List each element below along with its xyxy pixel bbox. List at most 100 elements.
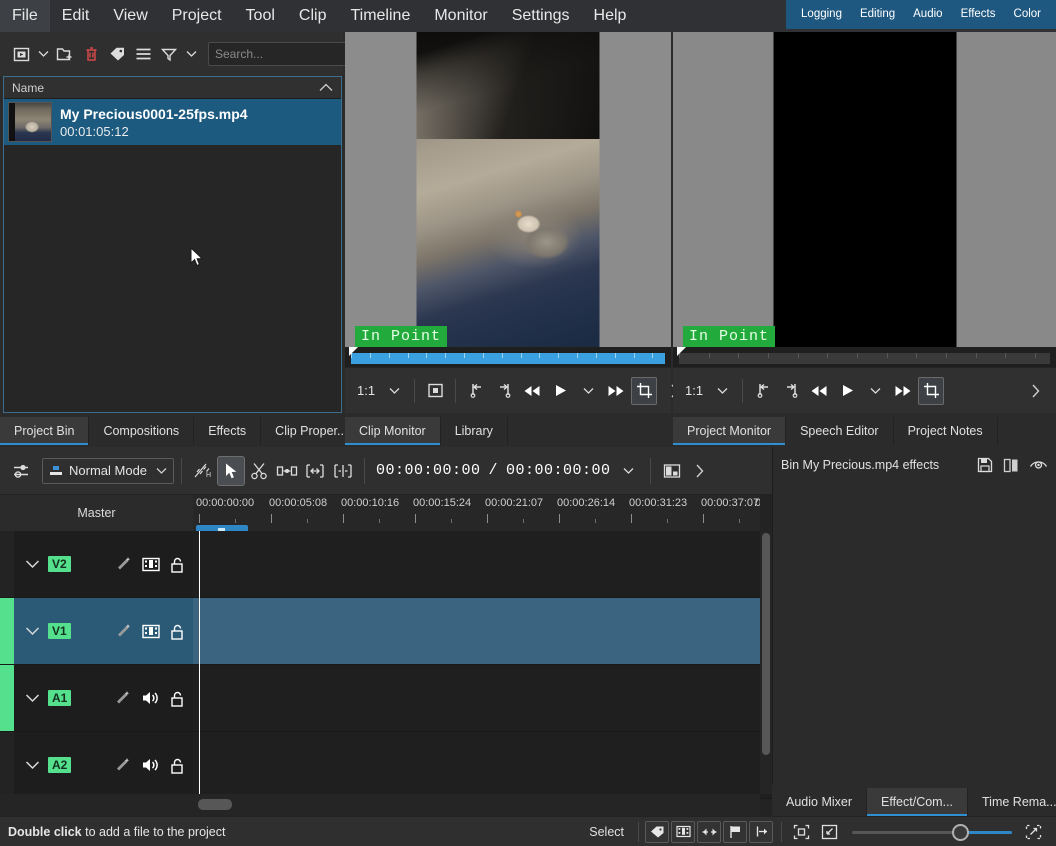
sliders-icon[interactable] [8,456,36,486]
clip-monitor-scrubber[interactable] [345,347,671,367]
project-set-in-point-icon[interactable] [750,377,776,405]
project-play-dropdown-icon[interactable] [862,377,888,405]
menu-item-file[interactable]: File [0,0,50,32]
effects-panel-body[interactable] [773,483,1056,784]
film-icon[interactable] [142,557,160,572]
status-film-icon[interactable] [671,820,695,843]
timeline-track-a1[interactable]: A1 [0,665,772,732]
timeline-track-v2[interactable]: V2 [0,531,772,598]
track-a1-lane[interactable] [193,665,772,731]
timeline-vertical-scrollbar[interactable] [760,531,772,794]
timeline-track-v1[interactable]: V1 [0,598,772,665]
clip-zoom-chevron-down-icon[interactable] [381,377,407,405]
tab-effect-compositing[interactable]: Effect/Com... [867,788,969,816]
set-in-point-icon[interactable] [463,377,489,405]
trim-in-icon[interactable] [329,456,357,486]
marker-flag-icon[interactable] [723,820,747,843]
trash-icon[interactable] [78,41,104,67]
add-clip-chevron-down-icon[interactable] [34,41,52,67]
crop-icon[interactable] [631,376,658,405]
project-rewind-icon[interactable] [806,377,832,405]
track-a1-chevron-down-icon[interactable] [22,693,42,703]
effects-wand-icon[interactable] [114,690,131,706]
status-tag-icon[interactable] [645,820,669,843]
tab-time-remapping[interactable]: Time Rema... [968,788,1056,816]
menu-item-view[interactable]: View [101,0,159,32]
project-fast-forward-icon[interactable] [890,377,916,405]
play-icon[interactable] [547,377,573,405]
selection-arrow-icon[interactable] [217,455,245,486]
unlock-icon[interactable] [170,556,185,573]
menu-item-help[interactable]: Help [582,0,639,32]
project-monitor-video[interactable]: In Point [673,32,1056,347]
timeline-playhead[interactable] [199,531,200,794]
snap-icon[interactable] [697,820,721,843]
project-monitor-more-icon[interactable] [1022,377,1048,405]
fit-project-icon[interactable] [816,821,842,843]
workspace-tab-color[interactable]: Color [1005,0,1050,29]
eye-icon[interactable] [1029,459,1048,472]
tab-project-monitor[interactable]: Project Monitor [673,417,787,445]
chevron-up-icon[interactable] [319,83,333,92]
menu-item-clip[interactable]: Clip [287,0,339,32]
track-a2-lane[interactable] [193,732,772,798]
tab-project-notes[interactable]: Project Notes [893,417,998,445]
speaker-icon[interactable] [141,757,160,773]
fullscreen-icon[interactable] [1020,821,1046,843]
track-v2-chevron-down-icon[interactable] [22,559,42,569]
timecode-chevron-down-icon[interactable] [615,456,643,486]
tag-icon[interactable] [104,41,130,67]
compare-split-icon[interactable] [1003,458,1019,473]
insert-marker-icon[interactable] [749,820,773,843]
tab-effects[interactable]: Effects [194,417,262,445]
workspace-tab-logging[interactable]: Logging [792,0,851,29]
workspace-tab-effects[interactable]: Effects [952,0,1005,29]
tab-clip-monitor[interactable]: Clip Monitor [345,417,441,445]
track-v1-chevron-down-icon[interactable] [22,626,42,636]
project-zoom-level[interactable]: 1:1 [681,383,707,398]
tab-library[interactable]: Library [440,417,508,445]
tab-speech-editor[interactable]: Speech Editor [786,417,894,445]
timeline-horizontal-scrollbar[interactable] [0,794,760,816]
bin-column-header[interactable]: Name [4,77,341,99]
clip-playhead[interactable] [349,347,358,356]
set-out-point-icon[interactable] [491,377,517,405]
new-folder-icon[interactable] [52,41,78,67]
tab-audio-mixer[interactable]: Audio Mixer [772,788,867,816]
menu-item-edit[interactable]: Edit [50,0,102,32]
track-v1-lane[interactable] [193,598,772,664]
fast-forward-icon[interactable] [603,377,629,405]
menu-item-tool[interactable]: Tool [234,0,287,32]
unlock-icon[interactable] [170,690,185,707]
add-clip-icon[interactable] [8,41,34,67]
effects-wand-icon[interactable] [114,757,131,773]
timeline-ruler[interactable]: 00:00:00:00 00:00:05:08 00:00:10:16 00:0… [193,495,760,531]
project-crop-icon[interactable] [918,376,945,405]
timeline-more-chevron-right-icon[interactable] [686,456,714,486]
list-view-icon[interactable] [130,41,156,67]
project-playhead[interactable] [677,347,686,356]
film-icon[interactable] [142,624,160,639]
unlock-icon[interactable] [170,757,185,774]
fit-to-window-icon[interactable] [422,377,448,405]
workspace-tab-editing[interactable]: Editing [851,0,904,29]
effects-wand-icon[interactable] [115,623,132,639]
project-play-icon[interactable] [834,377,860,405]
timecode-current[interactable]: 00:00:00:00 [372,462,485,479]
tab-compositions[interactable]: Compositions [89,417,195,445]
filter-icon[interactable] [156,41,182,67]
menu-item-monitor[interactable]: Monitor [422,0,499,32]
track-v2-lane[interactable] [193,531,772,597]
timeline-track-a2[interactable]: A2 [0,732,772,799]
track-a2-chevron-down-icon[interactable] [22,760,42,770]
project-set-out-point-icon[interactable] [778,377,804,405]
filter-chevron-down-icon[interactable] [182,41,200,67]
project-monitor-scrubber[interactable] [673,347,1056,367]
menu-item-project[interactable]: Project [160,0,234,32]
ripple-edit-icon[interactable]: H [189,456,217,486]
fit-selection-icon[interactable] [788,821,814,843]
play-dropdown-icon[interactable] [575,377,601,405]
list-item[interactable]: My Precious0001-25fps.mp4 00:01:05:12 [4,99,341,145]
edit-mode-select[interactable]: Normal Mode [42,457,174,484]
trim-out-icon[interactable] [301,456,329,486]
